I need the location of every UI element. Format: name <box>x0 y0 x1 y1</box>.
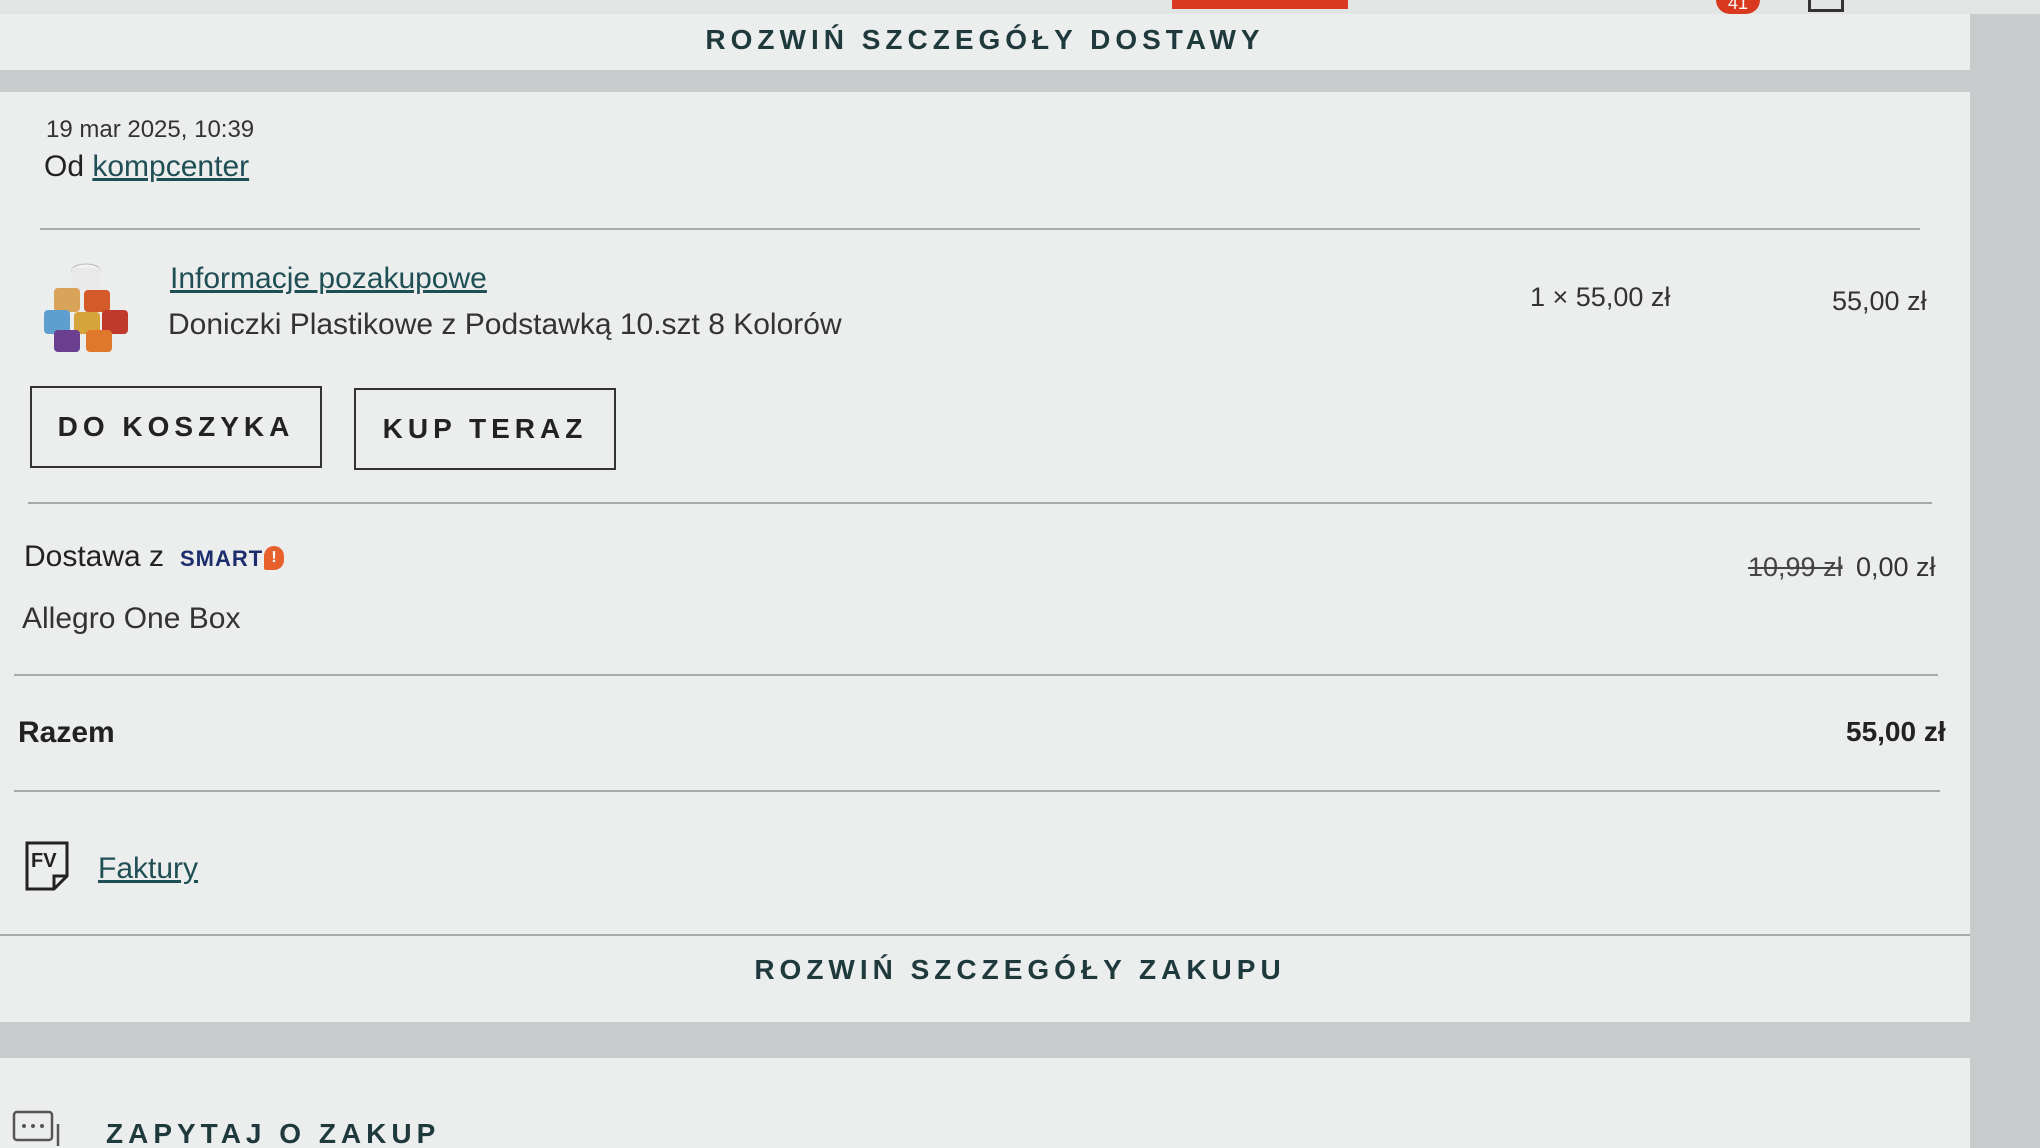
item-total: 55,00 zł <box>1832 286 1927 316</box>
chat-icon[interactable] <box>12 1110 66 1148</box>
product-thumbnail[interactable] <box>40 254 132 354</box>
delivery-label: Dostawa z <box>24 540 165 573</box>
delivery-old-price: 10,99 zł <box>1748 552 1843 582</box>
add-to-cart-button[interactable]: DO KOSZYKA <box>30 386 322 468</box>
top-bar: 41 <box>0 0 2040 14</box>
product-name: Doniczki Plastikowe z Podstawką 10.szt 8… <box>168 308 842 341</box>
seller-prefix: Od <box>44 150 85 183</box>
delivery-price: 0,00 zł <box>1856 552 1936 582</box>
smart-badge: SMART <box>180 546 264 571</box>
active-tab-indicator <box>1172 0 1348 9</box>
ask-about-purchase-link[interactable]: ZAPYTAJ O ZAKUP <box>106 1118 440 1148</box>
divider <box>40 228 1920 230</box>
delivery-method: Allegro One Box <box>22 602 241 635</box>
expand-delivery-details-link[interactable]: ROZWIŃ SZCZEGÓŁY DOSTAWY <box>0 24 1970 56</box>
total-value: 55,00 zł <box>1846 716 1946 747</box>
post-purchase-info-link[interactable]: Informacje pozakupowe <box>170 262 487 296</box>
invoices-link[interactable]: Faktury <box>98 852 198 886</box>
seller-line: Od kompcenter <box>44 150 249 184</box>
divider <box>0 934 1970 936</box>
divider <box>14 674 1938 676</box>
svg-text:FV: FV <box>31 850 57 872</box>
order-date: 19 mar 2025, 10:39 <box>46 116 255 143</box>
total-label: Razem <box>18 716 115 749</box>
seller-link[interactable]: kompcenter <box>92 150 249 183</box>
expand-purchase-details-link[interactable]: ROZWIŃ SZCZEGÓŁY ZAKUPU <box>0 954 2040 986</box>
notification-badge[interactable]: 41 <box>1716 0 1760 14</box>
order-card <box>0 92 1970 1022</box>
item-quantity-price: 1 × 55,00 zł <box>1530 282 1671 312</box>
smart-icon: ! <box>264 546 284 570</box>
invoice-icon: FV <box>25 841 69 891</box>
divider <box>14 790 1940 792</box>
delivery-details-card: ROZWIŃ SZCZEGÓŁY DOSTAWY <box>0 14 1970 70</box>
cart-icon[interactable] <box>1808 0 1844 12</box>
divider <box>28 502 1932 504</box>
buy-now-button[interactable]: KUP TERAZ <box>354 388 616 470</box>
